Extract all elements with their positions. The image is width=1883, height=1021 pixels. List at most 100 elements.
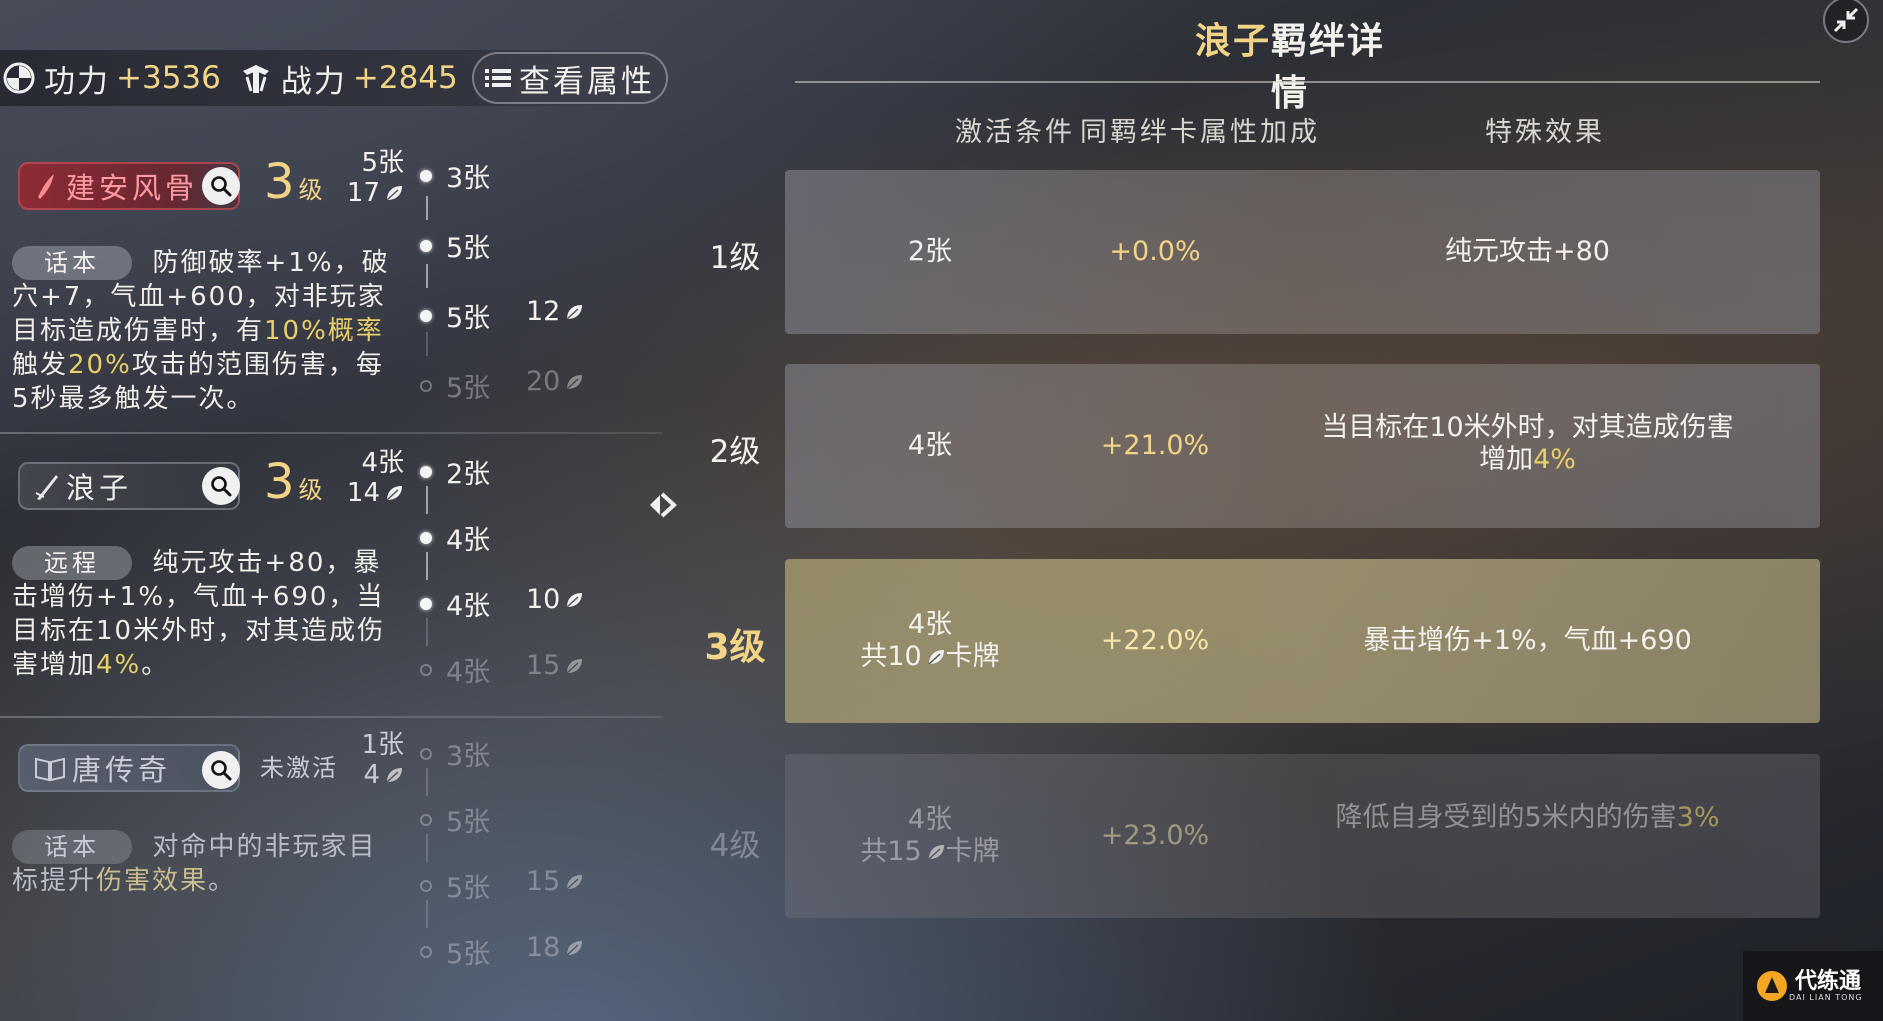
title-divider [795, 81, 1820, 83]
bond-type-pill: 远程 [12, 546, 132, 580]
total-leaves: 10 [887, 641, 922, 672]
bond-count: 4张 14 [340, 448, 404, 508]
tier-dot [420, 531, 432, 544]
bond-description: 话本 防御破率+1%，破穴+7，气血+600，对非玩家目标造成伤害时，有10%概… [12, 246, 392, 416]
tier-row: 5张 [420, 366, 490, 405]
bond-level: 3 级 [264, 454, 323, 510]
tier-dot [420, 663, 432, 676]
leaf-icon [384, 765, 404, 785]
bond-section-langzi: 浪子 3 级 4张 14 远程 纯元攻击+80，暴击增伤+1%，气血+690，当… [0, 448, 662, 712]
total-suffix: 卡牌 [945, 641, 1000, 672]
bond-count: 1张 4 [340, 730, 404, 790]
tier-row: 5张 [420, 800, 490, 839]
level-row-2: 4张 +21.0% 当目标在10米外时，对其造成伤害增加4% [785, 364, 1820, 528]
tier-leaves: 10 [526, 584, 584, 615]
bond-description: 话本 对命中的非玩家目标提升伤害效果。 [12, 830, 392, 898]
bond-status: 未激活 [260, 754, 338, 782]
tier-dot [420, 465, 432, 478]
bond-level: 3 级 [264, 154, 323, 210]
level-label: 2级 [709, 434, 761, 470]
tier-leaves: 20 [526, 366, 584, 397]
level-label-current: 3级 [704, 627, 766, 668]
search-button[interactable] [202, 467, 240, 505]
tier-dot [420, 169, 432, 182]
collapse-button[interactable] [1819, 0, 1873, 46]
sword-icon [35, 475, 58, 500]
search-button[interactable] [202, 751, 240, 789]
tier-cards: 4张 [446, 591, 491, 622]
card-count: 5张 [361, 148, 404, 178]
level-unit: 级 [298, 176, 323, 204]
tier-dot [420, 945, 432, 958]
combat-power-icon [242, 65, 269, 93]
level-label: 4级 [709, 828, 761, 864]
section-divider [0, 716, 662, 718]
effect-highlight: 4% [1533, 444, 1576, 475]
leaf-icon [564, 590, 584, 610]
collapse-icon [1823, 0, 1869, 43]
level-row-1: 2张 +0.0% 纯元攻击+80 [785, 170, 1820, 334]
chevron-right-icon[interactable] [646, 488, 680, 522]
effect-text: 暴击增伤+1%，气血+690 [1363, 625, 1692, 656]
condition-cards: 2张 [907, 236, 953, 267]
tier-leaf-count: 18 [526, 932, 561, 963]
effect-cell: 当目标在10米外时，对其造成伤害增加4% [1235, 364, 1820, 528]
leaf-icon [926, 842, 946, 862]
tier-leaf-count: 12 [526, 296, 561, 327]
power-value: +3536 [116, 60, 221, 96]
total-leaves: 15 [887, 836, 922, 867]
card-count: 1张 [361, 730, 404, 760]
tier-cards: 5张 [446, 373, 491, 404]
watermark-logo: 代练通 DAI LIAN TONG [1743, 951, 1883, 1021]
condition-cell: 4张 共 10 卡牌 [785, 559, 1075, 723]
leaf-icon [564, 872, 584, 892]
leaf-count: 14 [346, 478, 380, 508]
condition-total: 共 10 卡牌 [860, 641, 999, 673]
leaf-count: 17 [346, 178, 380, 208]
tier-leaf-count: 10 [526, 584, 561, 615]
book-icon [35, 757, 65, 782]
tier-leaves: 15 [526, 866, 584, 897]
condition-cell: 4张 共 15 卡牌 [785, 754, 1075, 918]
search-icon [209, 758, 233, 782]
tier-row: 3张 [420, 734, 490, 773]
bond-count: 5张 17 [340, 148, 404, 208]
tier-leaves: 12 [526, 296, 584, 327]
effect-cell: 纯元攻击+80 [1235, 170, 1820, 334]
view-attributes-label: 查看属性 [519, 63, 655, 100]
tier-dot [420, 597, 432, 610]
tier-row: 3张 [420, 156, 490, 195]
tier-dot [420, 309, 432, 322]
tier-row: 4张 [420, 650, 490, 689]
leaf-icon [384, 483, 404, 503]
effect-text: 降低自身受到的5米内的伤害 [1335, 802, 1677, 833]
combat-power-label: 战力 [280, 63, 347, 100]
leaf-icon [564, 372, 584, 392]
tier-row: 5张 [420, 296, 490, 335]
tier-cards: 2张 [446, 459, 491, 490]
desc-highlight: 伤害效果 [96, 866, 209, 896]
bonus-cell: +23.0% [1100, 820, 1210, 851]
leaf-count: 4 [363, 760, 380, 790]
bond-type-pill: 话本 [12, 246, 132, 280]
stats-bar: 功力 +3536 战力 +2845 查看属性 [0, 50, 672, 106]
total-prefix: 共 [860, 641, 888, 672]
desc-text: 。 [208, 866, 237, 896]
condition-cell: 4张 [785, 364, 1075, 528]
effect-text: 纯元攻击+80 [1445, 236, 1610, 267]
tier-cards: 5张 [446, 873, 491, 904]
bond-description: 远程 纯元攻击+80，暴击增伤+1%，气血+690，当目标在10米外时，对其造成… [12, 546, 402, 682]
view-attributes-button[interactable]: 查看属性 [472, 52, 668, 104]
desc-highlight: 10%概率 [264, 316, 384, 346]
tier-dot [420, 239, 432, 252]
effect-cell: 降低自身受到的5米内的伤害3% [1235, 754, 1820, 918]
brush-icon [38, 174, 54, 199]
tier-row: 4张 [420, 584, 490, 623]
tier-dot [420, 379, 432, 392]
search-button[interactable] [202, 167, 240, 205]
condition-total: 共 15 卡牌 [860, 836, 999, 868]
watermark-subtext: DAI LIAN TONG [1789, 992, 1863, 1002]
tier-dot [420, 747, 432, 760]
tier-connector [426, 332, 428, 356]
section-divider [0, 432, 662, 434]
